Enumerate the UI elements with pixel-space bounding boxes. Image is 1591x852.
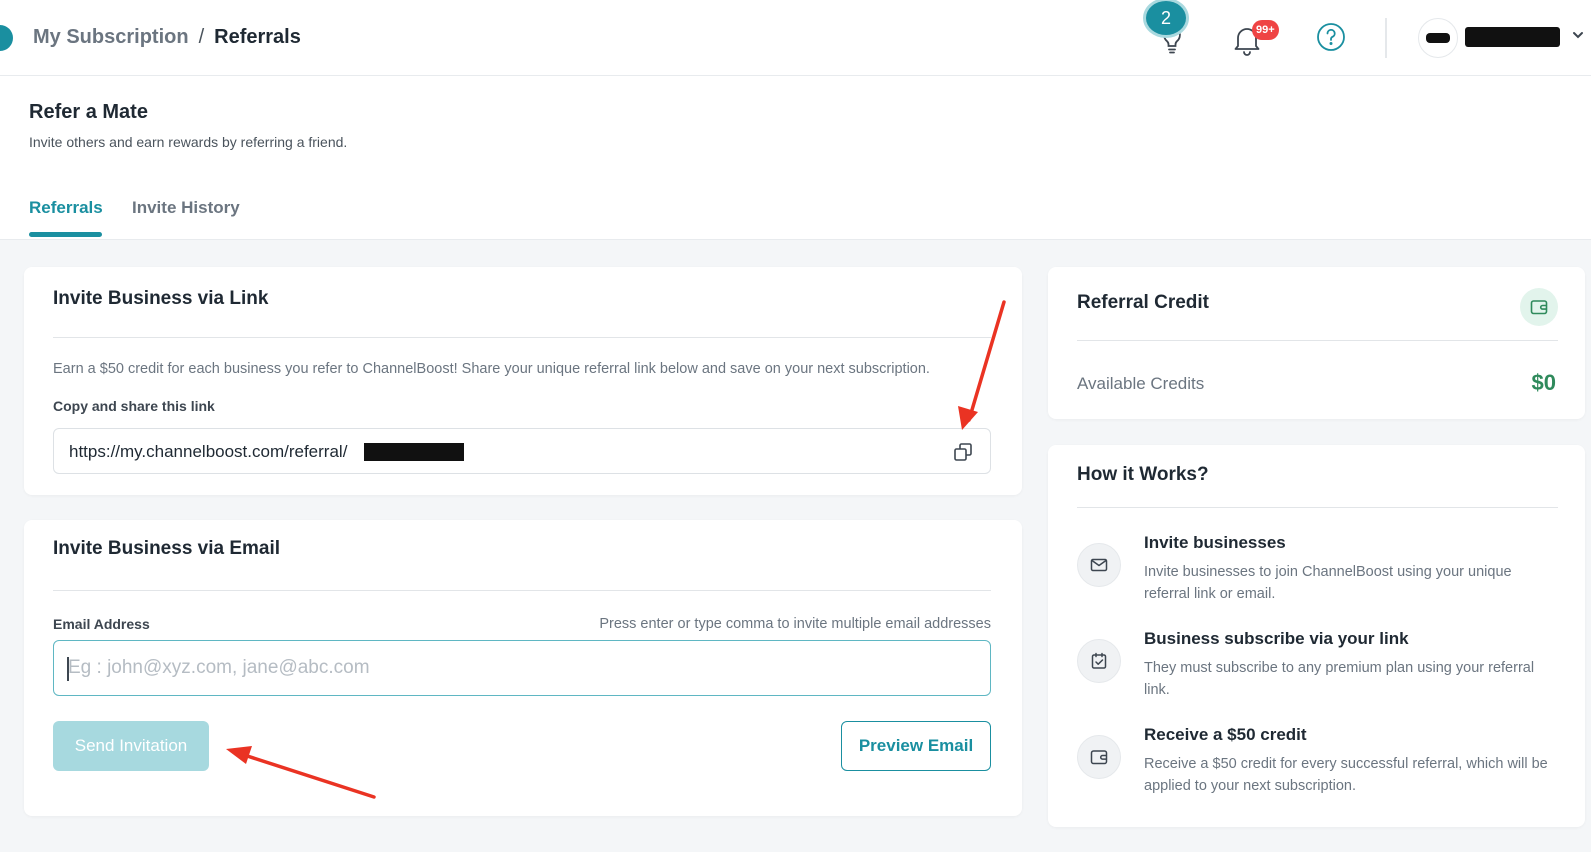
email-address-label: Email Address xyxy=(53,616,150,632)
breadcrumb: My Subscription / Referrals xyxy=(33,26,301,49)
invite-link-card: Invite Business via Link Earn a $50 cred… xyxy=(24,267,1022,495)
referral-link-text: https://my.channelboost.com/referral/ xyxy=(69,442,348,461)
step-title: Receive a $50 credit xyxy=(1144,725,1307,744)
help-icon xyxy=(1317,23,1345,51)
mail-icon xyxy=(1077,543,1121,587)
available-credits-label: Available Credits xyxy=(1077,374,1205,393)
referral-link-field[interactable]: https://my.channelboost.com/referral/ xyxy=(53,428,991,474)
referral-code-redacted xyxy=(364,443,464,461)
chevron-down-icon[interactable] xyxy=(1572,30,1584,40)
wallet-icon xyxy=(1077,735,1121,779)
send-invitation-button[interactable]: Send Invitation xyxy=(53,721,209,771)
topbar-divider xyxy=(1385,18,1387,58)
page-subtitle: Invite others and earn rewards by referr… xyxy=(29,134,348,150)
step-description: They must subscribe to any premium plan … xyxy=(1144,660,1535,698)
referral-credit-card: Referral Credit Available Credits $0 xyxy=(1048,267,1585,419)
how-it-works-card: How it Works? Invite businesses Invite b… xyxy=(1048,445,1585,827)
copy-link-label: Copy and share this link xyxy=(53,398,215,414)
divider xyxy=(53,337,991,338)
invite-email-card: Invite Business via Email Email Address … xyxy=(24,520,1022,816)
user-name-redacted[interactable] xyxy=(1465,27,1560,47)
step-description: Invite businesses to join ChannelBoost u… xyxy=(1144,564,1512,602)
tips-button[interactable]: 2 xyxy=(1146,1,1200,72)
page-title: Refer a Mate xyxy=(29,101,148,123)
top-bar: My Subscription / Referrals 2 99+ xyxy=(0,0,1591,76)
breadcrumb-separator: / xyxy=(198,26,205,48)
email-hint-text: Press enter or type comma to invite mult… xyxy=(599,616,991,632)
notifications-button[interactable]: 99+ xyxy=(1232,20,1282,60)
breadcrumb-parent-link[interactable]: My Subscription xyxy=(33,26,189,49)
referral-credit-title: Referral Credit xyxy=(1077,292,1209,313)
divider xyxy=(1077,507,1558,508)
tab-referrals[interactable]: Referrals xyxy=(29,198,103,218)
invite-link-description: Earn a $50 credit for each business you … xyxy=(53,361,930,377)
email-field-wrapper xyxy=(53,640,991,696)
wallet-icon-badge xyxy=(1520,288,1558,326)
active-tab-indicator xyxy=(29,232,102,237)
available-credits-value: $0 xyxy=(1531,370,1556,395)
invite-email-title: Invite Business via Email xyxy=(53,538,281,559)
tips-count-badge: 2 xyxy=(1146,1,1186,35)
calendar-check-icon xyxy=(1077,639,1121,683)
step-title: Invite businesses xyxy=(1144,533,1286,552)
help-button[interactable] xyxy=(1316,22,1346,57)
tab-invite-history[interactable]: Invite History xyxy=(132,198,240,218)
step-description: Receive a $50 credit for every successfu… xyxy=(1144,756,1548,794)
breadcrumb-current: Referrals xyxy=(214,26,301,48)
notifications-count-badge: 99+ xyxy=(1252,20,1279,40)
divider xyxy=(1077,340,1558,341)
preview-email-button[interactable]: Preview Email xyxy=(841,721,991,771)
invite-link-title: Invite Business via Link xyxy=(53,288,269,309)
divider xyxy=(53,590,991,591)
avatar-redacted xyxy=(1426,33,1450,43)
avatar[interactable] xyxy=(1418,18,1458,58)
step-title: Business subscribe via your link xyxy=(1144,629,1409,648)
email-field[interactable] xyxy=(68,642,968,694)
wallet-icon xyxy=(1530,300,1548,315)
page-header: Refer a Mate Invite others and earn rewa… xyxy=(0,76,1591,240)
copy-icon[interactable] xyxy=(952,441,974,463)
how-it-works-title: How it Works? xyxy=(1077,464,1209,485)
sidebar-toggle-button[interactable] xyxy=(0,25,13,51)
